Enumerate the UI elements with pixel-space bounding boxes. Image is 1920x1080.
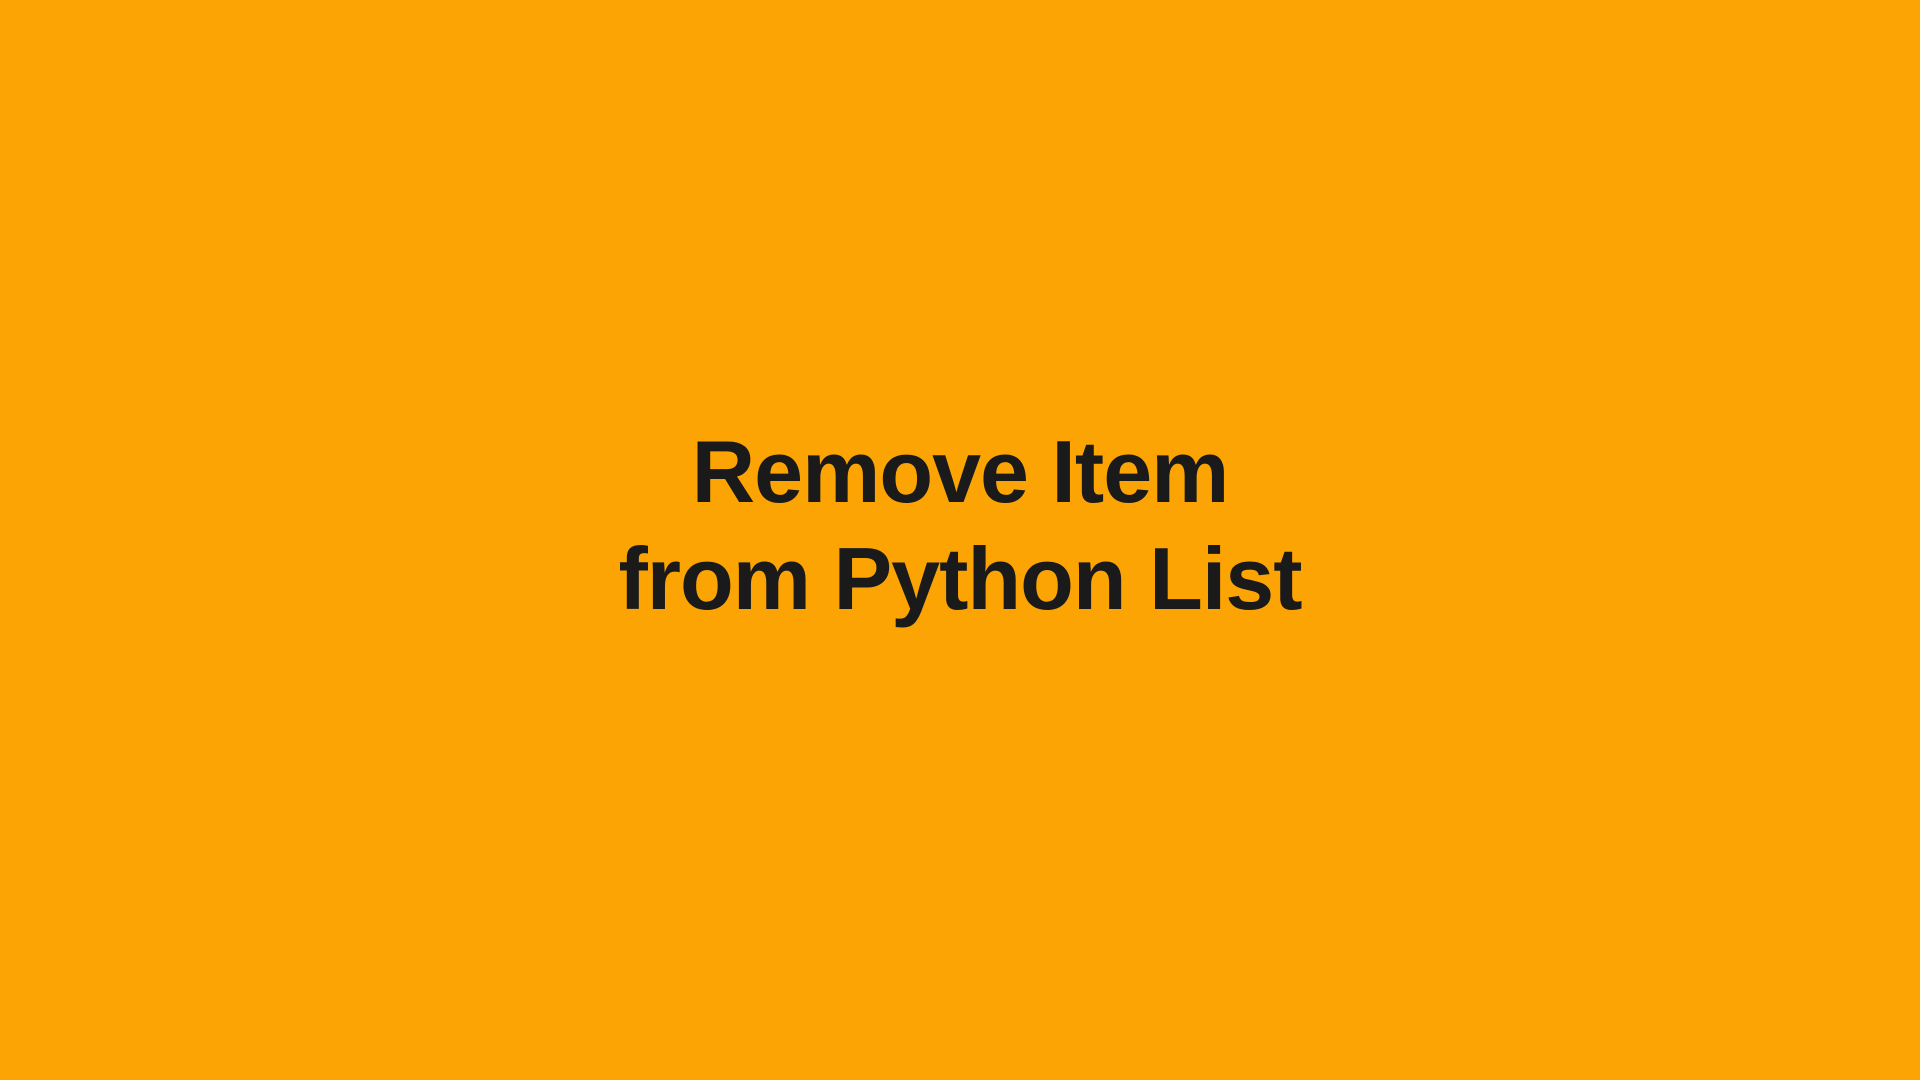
slide-title: Remove Item from Python List <box>618 418 1301 633</box>
title-line-1: Remove Item <box>618 418 1301 525</box>
title-line-2: from Python List <box>618 525 1301 632</box>
